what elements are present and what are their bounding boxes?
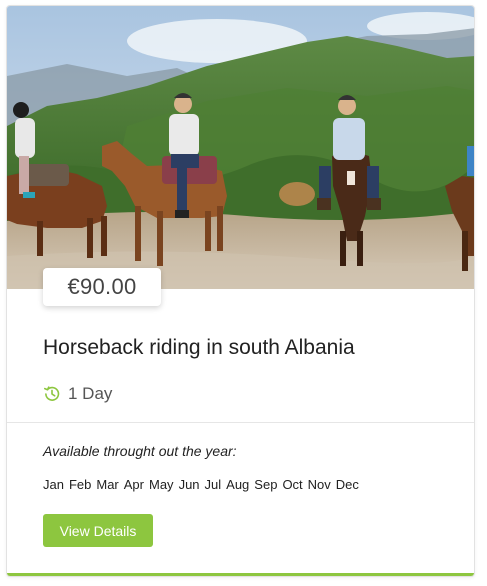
month-item: Mar bbox=[96, 477, 119, 492]
month-item: Apr bbox=[123, 477, 144, 492]
month-item: Sep bbox=[254, 477, 278, 492]
divider bbox=[7, 422, 474, 423]
price-badge: €90.00 bbox=[43, 268, 161, 306]
card-accent-bar bbox=[7, 573, 474, 576]
tour-title[interactable]: Horseback riding in south Albania bbox=[43, 336, 355, 360]
month-item: Jan bbox=[43, 477, 64, 492]
month-item: Jun bbox=[178, 477, 200, 492]
tour-card: €90.00 Horseback riding in south Albania… bbox=[6, 5, 475, 577]
clock-history-icon bbox=[43, 386, 60, 401]
month-item: Jul bbox=[204, 477, 222, 492]
month-item: Dec bbox=[335, 477, 359, 492]
month-item: Aug bbox=[226, 477, 250, 492]
month-item: May bbox=[149, 477, 174, 492]
availability-note: Available throught out the year: bbox=[43, 443, 237, 459]
month-item: Feb bbox=[68, 477, 92, 492]
month-list: Jan Feb Mar Apr May Jun Jul Aug Sep Oct … bbox=[43, 477, 364, 492]
duration-label: 1 Day bbox=[68, 384, 113, 403]
duration-info: 1 Day bbox=[43, 384, 112, 404]
view-details-button[interactable]: View Details bbox=[43, 514, 153, 547]
month-item: Nov bbox=[307, 477, 331, 492]
month-item: Oct bbox=[282, 477, 303, 492]
tour-photo bbox=[7, 6, 474, 289]
